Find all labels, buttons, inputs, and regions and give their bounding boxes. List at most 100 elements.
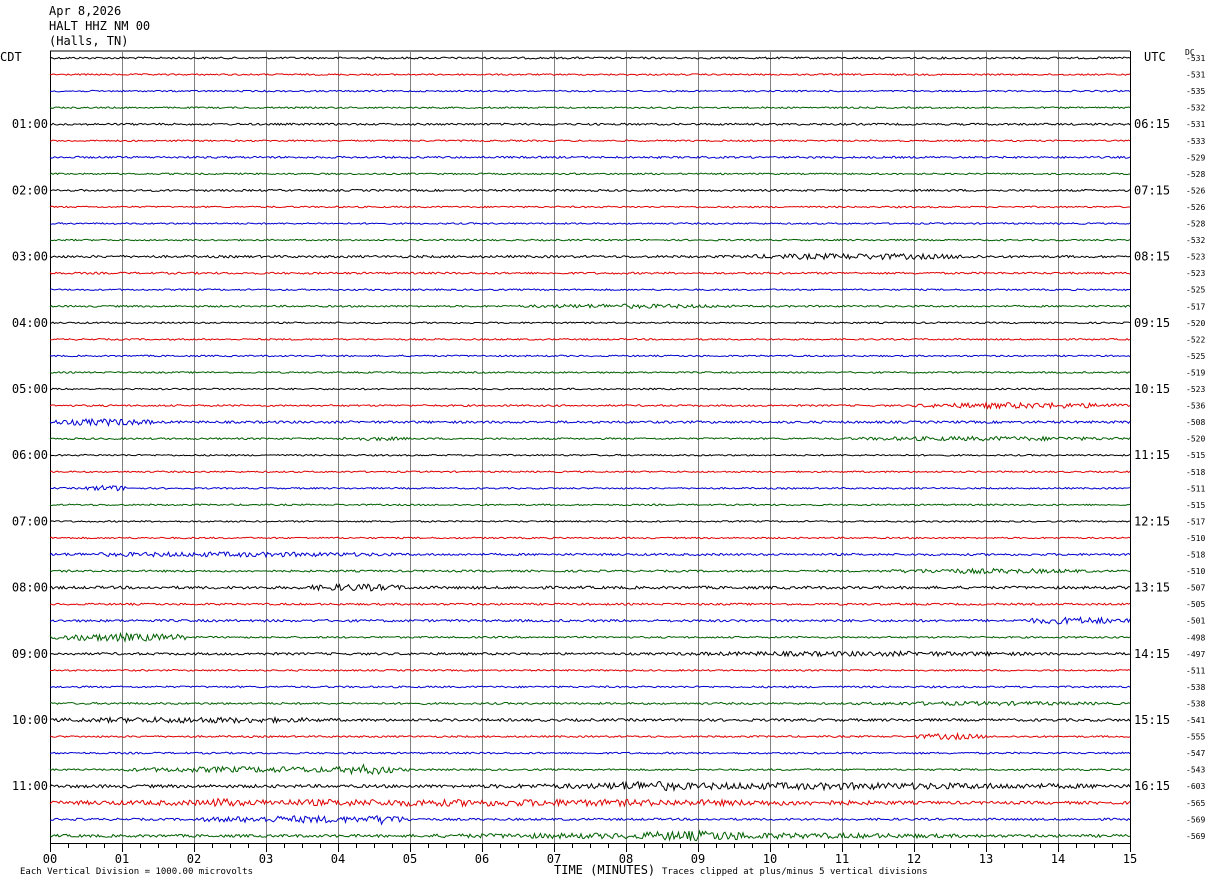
right-hour-label: 13:15 [1134, 581, 1170, 595]
dc-offset-label: -517 [1186, 517, 1205, 526]
dc-offset-label: -520 [1186, 319, 1205, 328]
trace-47 [49, 814, 1131, 826]
trace-40 [49, 700, 1131, 707]
dc-offset-label: -565 [1186, 799, 1205, 808]
dc-offset-label: -510 [1186, 534, 1205, 543]
dc-offset-label: -533 [1186, 137, 1205, 146]
trace-3 [49, 89, 1131, 93]
clip-footnote: Traces clipped at plus/minus 5 vertical … [662, 867, 928, 877]
trace-28 [49, 503, 1131, 507]
x-tick-label: 02 [187, 852, 201, 866]
x-tick-label: 11 [835, 852, 849, 866]
x-tick-label: 15 [1123, 852, 1137, 866]
x-tick-label: 06 [475, 852, 489, 866]
left-hour-label: 03:00 [12, 250, 48, 264]
trace-4 [49, 106, 1131, 110]
dc-offset-label: -515 [1186, 501, 1205, 510]
trace-2 [49, 73, 1131, 77]
dc-offset-label: -519 [1186, 368, 1205, 377]
trace-15 [49, 288, 1131, 292]
x-tick-label: 03 [259, 852, 273, 866]
left-hour-label: 07:00 [12, 514, 48, 528]
trace-labels: -531 -531 -535 -532 -531 -533 -529 -528 -526 -526… [12, 54, 1206, 841]
trace-32 [49, 567, 1131, 575]
dc-offset-label: -511 [1186, 666, 1205, 675]
helicorder-plot: 00 01 02 03 04 05 06 07 08 09 10 11 12 13 14 15 -531-53… [12, 50, 1206, 866]
dc-offset-label: -523 [1186, 269, 1205, 278]
dc-offset-label: -569 [1186, 832, 1205, 841]
x-tick-label: 13 [979, 852, 993, 866]
dc-offset-label: -515 [1186, 451, 1205, 460]
dc-offset-label: -569 [1186, 815, 1205, 824]
trace-19 [49, 354, 1131, 358]
dc-offset-label: -531 [1186, 71, 1205, 80]
dc-offset-label: -525 [1186, 286, 1205, 295]
trace-16 [49, 303, 1131, 310]
trace-41 [49, 715, 1131, 725]
trace-48 [49, 829, 1131, 842]
trace-34 [49, 602, 1131, 606]
trace-5 [49, 122, 1131, 126]
x-tick-label: 05 [403, 852, 417, 866]
scale-footnote: Each Vertical Division = 1000.00 microvo… [20, 867, 253, 877]
trace-45 [49, 780, 1131, 792]
trace-21 [49, 387, 1131, 391]
right-hour-label: 11:15 [1134, 448, 1170, 462]
dc-offset-label: -536 [1186, 402, 1205, 411]
dc-offset-label: -526 [1186, 203, 1205, 212]
dc-offset-label: -511 [1186, 484, 1205, 493]
right-hour-label: 16:15 [1134, 779, 1170, 793]
trace-17 [49, 321, 1131, 325]
trace-35 [49, 615, 1131, 626]
dc-offset-label: -547 [1186, 749, 1205, 758]
trace-30 [49, 536, 1131, 540]
trace-39 [49, 685, 1131, 689]
trace-20 [49, 371, 1131, 374]
right-hour-label: 09:15 [1134, 316, 1170, 330]
dc-offset-label: -523 [1186, 385, 1205, 394]
left-hour-label: 11:00 [12, 779, 48, 793]
seismic-traces [49, 56, 1131, 842]
x-tick-label: 00 [43, 852, 57, 866]
left-hour-label: 06:00 [12, 448, 48, 462]
trace-25 [49, 453, 1131, 457]
trace-18 [49, 337, 1131, 341]
trace-23 [49, 417, 1131, 427]
trace-14 [49, 271, 1131, 275]
right-hour-label: 07:15 [1134, 183, 1170, 197]
trace-26 [49, 470, 1131, 474]
trace-33 [49, 583, 1131, 592]
trace-8 [49, 172, 1131, 176]
dc-offset-label: -555 [1186, 733, 1205, 742]
dc-offset-label: -507 [1186, 584, 1205, 593]
trace-38 [49, 668, 1131, 672]
right-hour-label: 14:15 [1134, 647, 1170, 661]
dc-offset-label: -529 [1186, 153, 1205, 162]
x-tick-label: 01 [115, 852, 129, 866]
dc-offset-label: -543 [1186, 766, 1205, 775]
trace-44 [49, 763, 1131, 776]
x-tick-label: 09 [691, 852, 705, 866]
dc-offset-label: -526 [1186, 186, 1205, 195]
x-tick-label: 14 [1051, 852, 1065, 866]
dc-offset-label: -517 [1186, 302, 1205, 311]
dc-offset-label: -532 [1186, 104, 1205, 113]
dc-offset-label: -535 [1186, 87, 1205, 96]
dc-offset-label: -541 [1186, 716, 1205, 725]
dc-offset-label: -522 [1186, 335, 1205, 344]
dc-offset-label: -518 [1186, 468, 1205, 477]
trace-42 [49, 731, 1131, 741]
dc-offset-label: -501 [1186, 617, 1205, 626]
trace-37 [49, 650, 1131, 658]
trace-1 [49, 56, 1131, 60]
right-hour-label: 15:15 [1134, 713, 1170, 727]
dc-offset-label: -538 [1186, 700, 1205, 709]
dc-offset-label: -603 [1186, 782, 1205, 791]
dc-offset-label: -497 [1186, 650, 1205, 659]
dc-offset-label: -531 [1186, 54, 1205, 63]
dc-offset-label: -520 [1186, 435, 1205, 444]
x-tick-label: 10 [763, 852, 777, 866]
trace-11 [49, 222, 1131, 225]
trace-9 [49, 188, 1131, 193]
trace-22 [49, 401, 1131, 410]
